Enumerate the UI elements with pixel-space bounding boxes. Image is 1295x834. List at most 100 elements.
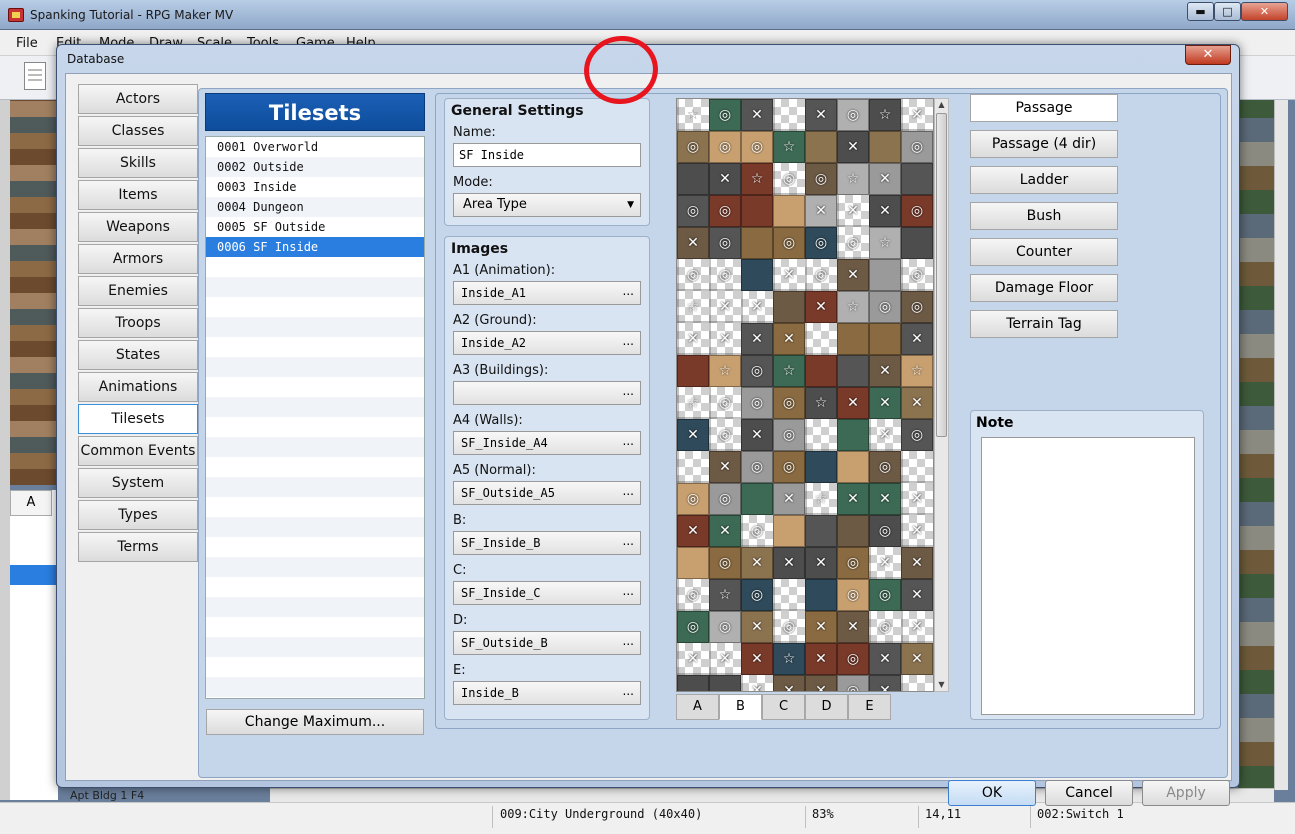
circle-icon: ◎ <box>782 619 796 635</box>
star-icon: ☆ <box>814 395 828 411</box>
bush-button[interactable]: Bush <box>970 202 1118 230</box>
palette-tab-a[interactable]: A <box>10 490 52 516</box>
cross-icon: ✕ <box>687 235 699 251</box>
image-field-a2[interactable]: Inside_A2... <box>453 331 641 355</box>
category-common-events[interactable]: Common Events <box>78 436 198 466</box>
category-actors[interactable]: Actors <box>78 84 198 114</box>
menu-file[interactable]: File <box>16 36 38 51</box>
close-button[interactable]: ✕ <box>1241 2 1288 21</box>
map-vertical-scrollbar[interactable] <box>1274 100 1288 790</box>
dialog-close-button[interactable]: ✕ <box>1185 45 1231 65</box>
tile-cell <box>837 419 869 451</box>
cross-icon: ✕ <box>687 331 699 347</box>
map-tree-selected-row[interactable] <box>10 565 58 585</box>
terrain-tag-button[interactable]: Terrain Tag <box>970 310 1118 338</box>
circle-icon: ◎ <box>750 363 764 379</box>
image-label-a2: A2 (Ground): <box>453 313 537 328</box>
image-field-c[interactable]: SF_Inside_C... <box>453 581 641 605</box>
tile-cell <box>741 195 773 227</box>
cross-icon: ✕ <box>783 555 795 571</box>
cross-icon: ✕ <box>751 107 763 123</box>
image-value: SF_Inside_C <box>461 586 541 600</box>
image-label-c: C: <box>453 563 467 578</box>
damage-floor-button[interactable]: Damage Floor <box>970 274 1118 302</box>
tile-tab-a[interactable]: A <box>676 694 719 720</box>
cross-icon: ✕ <box>719 459 731 475</box>
palette-scroll-thumb[interactable] <box>936 113 947 437</box>
circle-icon: ◎ <box>718 395 732 411</box>
circle-icon: ◎ <box>878 587 892 603</box>
apply-button[interactable]: Apply <box>1142 780 1230 806</box>
category-tilesets[interactable]: Tilesets <box>78 404 198 434</box>
cross-icon: ✕ <box>815 107 827 123</box>
cross-icon: ✕ <box>847 619 859 635</box>
image-field-b[interactable]: SF_Inside_B... <box>453 531 641 555</box>
category-skills[interactable]: Skills <box>78 148 198 178</box>
tile-tab-b[interactable]: B <box>719 694 762 720</box>
status-map: 009:City Underground (40x40) <box>500 807 703 821</box>
passage-4dir-button[interactable]: Passage (4 dir) <box>970 130 1118 158</box>
tile-cell <box>677 547 709 579</box>
image-value: Inside_A1 <box>461 286 527 300</box>
tileset-item[interactable]: 0002 Outside <box>206 157 424 177</box>
tile-tab-e[interactable]: E <box>848 694 891 720</box>
category-enemies[interactable]: Enemies <box>78 276 198 306</box>
name-input[interactable]: SF Inside <box>453 143 641 167</box>
cancel-button[interactable]: Cancel <box>1045 780 1133 806</box>
circle-icon: ◎ <box>718 139 732 155</box>
category-armors[interactable]: Armors <box>78 244 198 274</box>
tile-cell <box>869 131 901 163</box>
tile-cell <box>837 355 869 387</box>
circle-icon: ◎ <box>750 139 764 155</box>
tileset-item[interactable]: 0001 Overworld <box>206 137 424 157</box>
category-weapons[interactable]: Weapons <box>78 212 198 242</box>
tileset-item-selected[interactable]: 0006 SF Inside <box>206 237 424 257</box>
cross-icon: ✕ <box>911 395 923 411</box>
maximize-button[interactable]: □ <box>1214 2 1241 21</box>
image-value: SF_Outside_B <box>461 636 548 650</box>
cross-icon: ✕ <box>847 395 859 411</box>
circle-icon: ◎ <box>846 587 860 603</box>
category-system[interactable]: System <box>78 468 198 498</box>
counter-button[interactable]: Counter <box>970 238 1118 266</box>
category-animations[interactable]: Animations <box>78 372 198 402</box>
category-items[interactable]: Items <box>78 180 198 210</box>
image-field-d[interactable]: SF_Outside_B... <box>453 631 641 655</box>
change-maximum-button[interactable]: Change Maximum... <box>206 709 424 735</box>
passage-button[interactable]: Passage <box>970 94 1118 122</box>
dialog-title: Database <box>67 52 125 66</box>
tile-tab-c[interactable]: C <box>762 694 805 720</box>
note-textarea[interactable] <box>981 437 1195 715</box>
minimize-button[interactable]: ▬ <box>1187 2 1214 21</box>
circle-icon: ◎ <box>718 235 732 251</box>
image-label-a4: A4 (Walls): <box>453 413 523 428</box>
scroll-down-icon[interactable]: ▼ <box>936 679 947 691</box>
palette-scrollbar[interactable]: ▲ ▼ <box>934 98 949 692</box>
scroll-up-icon[interactable]: ▲ <box>936 99 947 111</box>
tileset-item[interactable]: 0004 Dungeon <box>206 197 424 217</box>
tile-cell <box>805 451 837 483</box>
tileset-item[interactable]: 0005 SF Outside <box>206 217 424 237</box>
new-project-icon[interactable] <box>24 62 46 90</box>
image-field-a3[interactable]: ... <box>453 381 641 405</box>
tile-cell <box>901 675 933 691</box>
dialog-body: Actors Classes Skills Items Weapons Armo… <box>65 73 1232 806</box>
chevron-down-icon: ▼ <box>627 200 634 210</box>
image-field-a5[interactable]: SF_Outside_A5... <box>453 481 641 505</box>
category-terms[interactable]: Terms <box>78 532 198 562</box>
category-states[interactable]: States <box>78 340 198 370</box>
category-troops[interactable]: Troops <box>78 308 198 338</box>
category-types[interactable]: Types <box>78 500 198 530</box>
image-field-a4[interactable]: SF_Inside_A4... <box>453 431 641 455</box>
image-field-e[interactable]: Inside_B... <box>453 681 641 705</box>
tile-cell <box>901 163 933 195</box>
tile-palette[interactable]: ☆ ◎ ✕ ✕ ◎ ☆ ✕ ◎ ◎ ◎ ☆ ✕ ◎ ✕ ☆ ◎ ◎ ☆ ✕ ◎ ◎ ✕ ✕ ✕ ◎ ✕ ◎ ◎ ◎ ◎ ☆ ◎ ◎ ✕ ◎ ✕ ◎ ☆ ✕ ✕… <box>676 98 934 692</box>
mode-select[interactable]: Area Type ▼ <box>453 193 641 217</box>
tile-tab-d[interactable]: D <box>805 694 848 720</box>
name-label: Name: <box>453 125 496 140</box>
category-classes[interactable]: Classes <box>78 116 198 146</box>
ladder-button[interactable]: Ladder <box>970 166 1118 194</box>
ok-button[interactable]: OK <box>948 780 1036 806</box>
image-field-a1[interactable]: Inside_A1... <box>453 281 641 305</box>
tileset-item[interactable]: 0003 Inside <box>206 177 424 197</box>
